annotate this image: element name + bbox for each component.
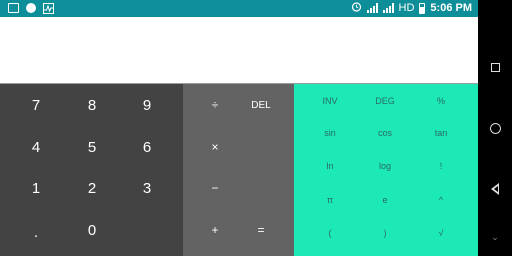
back-button[interactable]: [478, 174, 512, 204]
status-bar: HD 5:06 PM: [0, 0, 478, 17]
signal-icon: [366, 3, 378, 13]
factorial-button[interactable]: !: [412, 150, 470, 182]
digit-8-button[interactable]: 8: [64, 85, 120, 125]
battery-icon: [419, 2, 426, 14]
alarm-icon: [351, 1, 362, 15]
digit-0-button[interactable]: 0: [64, 210, 120, 250]
digit-3-button[interactable]: 3: [119, 168, 175, 208]
cos-button[interactable]: cos: [356, 117, 414, 149]
signal-2-icon: [382, 3, 394, 13]
digit-1-button[interactable]: 1: [8, 168, 64, 208]
square-icon: [490, 62, 500, 72]
degree-mode-button[interactable]: DEG: [356, 85, 414, 117]
activity-icon: [43, 3, 54, 14]
home-button[interactable]: [478, 113, 512, 143]
decimal-point-button[interactable]: .: [8, 212, 64, 252]
digit-5-button[interactable]: 5: [64, 127, 120, 167]
multiply-button[interactable]: ×: [189, 127, 241, 167]
digit-9-button[interactable]: 9: [119, 85, 175, 125]
euler-button[interactable]: e: [356, 184, 414, 216]
close-paren-button[interactable]: ): [356, 217, 414, 249]
circle-icon: [489, 122, 501, 134]
digit-4-button[interactable]: 4: [8, 127, 64, 167]
power-button[interactable]: ^: [412, 184, 470, 216]
equals-button[interactable]: =: [235, 210, 287, 250]
tan-button[interactable]: tan: [412, 117, 470, 149]
pi-button[interactable]: π: [301, 184, 359, 216]
sqrt-button[interactable]: √: [412, 217, 470, 249]
operator-pad: ÷ DEL × − + =: [183, 84, 294, 256]
plus-button[interactable]: +: [189, 210, 241, 250]
log-button[interactable]: log: [356, 150, 414, 182]
delete-button[interactable]: DEL: [235, 85, 287, 125]
ln-button[interactable]: ln: [301, 150, 359, 182]
open-paren-button[interactable]: (: [301, 217, 359, 249]
divide-button[interactable]: ÷: [189, 85, 241, 125]
digit-2-button[interactable]: 2: [64, 168, 120, 208]
inverse-button[interactable]: INV: [301, 85, 359, 117]
minus-button[interactable]: −: [189, 168, 241, 208]
percent-button[interactable]: %: [412, 85, 470, 117]
digit-7-button[interactable]: 7: [8, 85, 64, 125]
network-label: HD: [398, 2, 415, 14]
sin-button[interactable]: sin: [301, 117, 359, 149]
circle-icon: [26, 3, 36, 13]
calculator-display[interactable]: [0, 17, 478, 86]
image-icon: [8, 3, 19, 13]
triangle-back-icon: [491, 183, 499, 195]
number-pad: 7 8 9 4 5 6 1 2 3 . 0: [0, 84, 183, 256]
digit-6-button[interactable]: 6: [119, 127, 175, 167]
navigation-bar: ⌄: [478, 0, 512, 256]
clock: 5:06 PM: [430, 2, 472, 14]
advanced-pad: INV DEG % sin cos tan ln log ! π e ^ ( )…: [294, 84, 478, 256]
keyboard-hide-button[interactable]: ⌄: [478, 222, 512, 252]
chevron-down-icon: ⌄: [491, 231, 499, 242]
recents-button[interactable]: [478, 52, 512, 82]
